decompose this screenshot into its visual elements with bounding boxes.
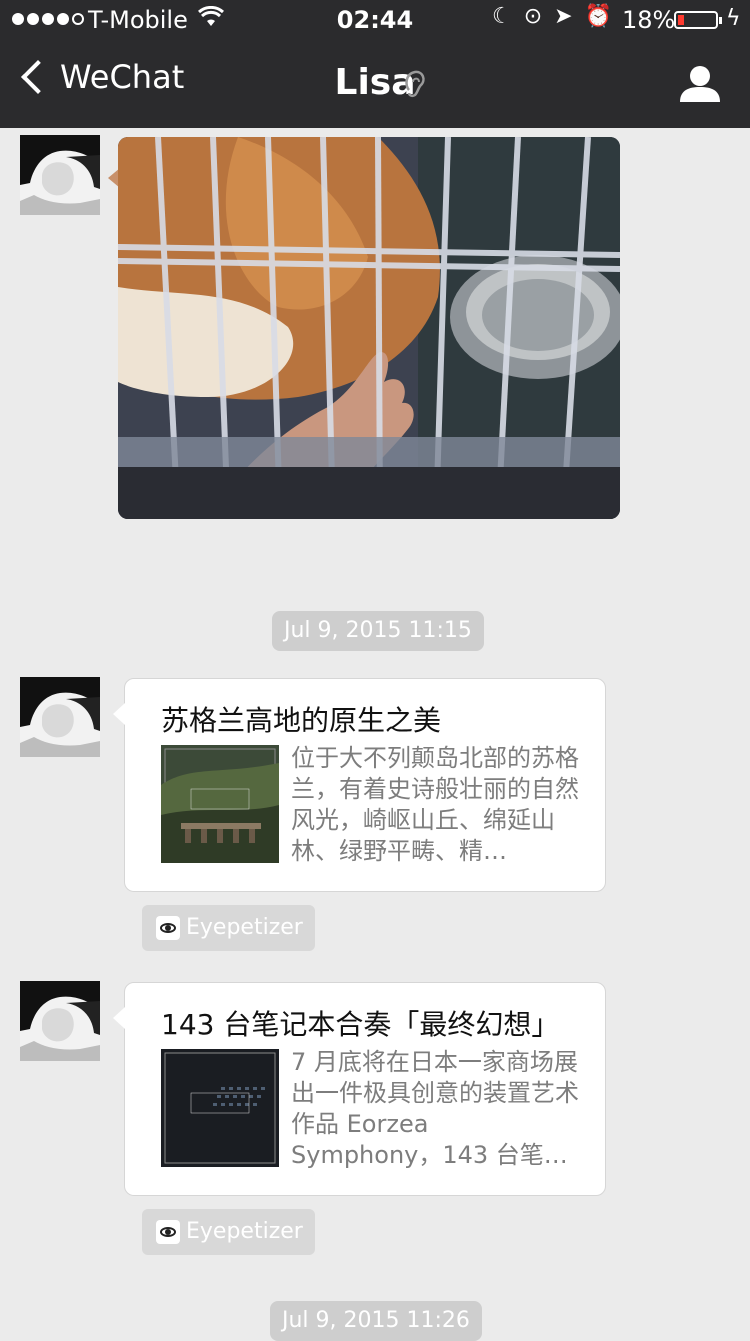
- battery-percent: 18%: [622, 6, 676, 34]
- location-arrow-icon: ➤: [554, 4, 573, 29]
- battery-fill: [678, 15, 684, 25]
- avatar[interactable]: [20, 981, 100, 1061]
- article-card[interactable]: 143 台笔记本合奏「最终幻想」 7 月底将在日本一家商场展出一件极具创意的装置…: [113, 982, 606, 1196]
- source-label: Eyepetizer: [186, 1219, 303, 1244]
- source-tag[interactable]: Eyepetizer: [142, 1209, 315, 1255]
- battery-icon: [674, 11, 722, 29]
- article-thumbnail: [161, 745, 279, 863]
- status-icons: ☾ ⊙ ➤ ⏰: [492, 4, 612, 29]
- timestamp: Jul 9, 2015 11:26: [270, 1301, 482, 1341]
- status-bar: T-Mobile 02:44 ☾ ⊙ ➤ ⏰ 18% ϟ: [0, 0, 750, 40]
- article-thumbnail: [161, 1049, 279, 1167]
- alarm-icon: ⏰: [584, 4, 613, 29]
- rotation-lock-icon: ⊙: [523, 4, 543, 29]
- article-description: 位于大不列颠岛北部的苏格兰，有着史诗般壮丽的自然风光，崎岖山丘、绵延山林、绿野平…: [291, 744, 579, 865]
- source-label: Eyepetizer: [186, 915, 303, 940]
- chat-title: Lisa: [334, 62, 416, 103]
- navigation-bar: WeChat Lisa: [0, 40, 750, 128]
- bubble-tail: [113, 703, 125, 725]
- ear-icon: [405, 70, 425, 98]
- eye-icon: [156, 1220, 180, 1244]
- article-card[interactable]: 苏格兰高地的原生之美 位于大不列颠岛北部的苏格兰，有着史诗般壮丽的自然风光，崎岖…: [113, 678, 606, 892]
- article-description: 7 月底将在日本一家商场展出一件极具创意的装置艺术作品 Eorzea Symph…: [291, 1048, 579, 1169]
- article-title: 苏格兰高地的原生之美: [161, 704, 442, 737]
- contact-profile-button[interactable]: [680, 64, 720, 104]
- avatar[interactable]: [20, 135, 100, 215]
- source-tag[interactable]: Eyepetizer: [142, 905, 315, 951]
- timestamp: Jul 9, 2015 11:15: [272, 611, 484, 651]
- top-bar: T-Mobile 02:44 ☾ ⊙ ➤ ⏰ 18% ϟ WeChat Lisa: [0, 0, 750, 128]
- moon-icon: ☾: [492, 4, 512, 29]
- charging-bolt-icon: ϟ: [726, 6, 741, 31]
- bubble-tail: [113, 1007, 125, 1029]
- eye-icon: [156, 916, 180, 940]
- article-title: 143 台笔记本合奏「最终幻想」: [161, 1008, 560, 1041]
- avatar[interactable]: [20, 677, 100, 757]
- photo-message[interactable]: [118, 137, 620, 519]
